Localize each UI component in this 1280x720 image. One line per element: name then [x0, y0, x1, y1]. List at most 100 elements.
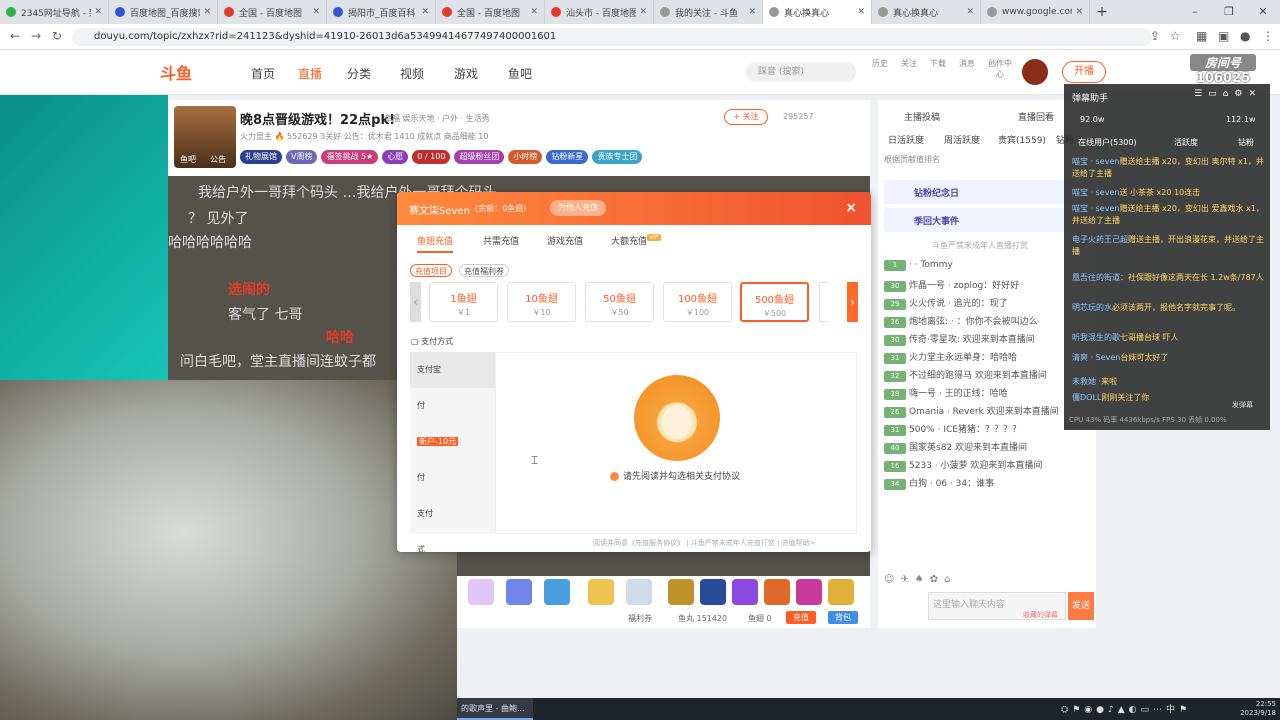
follow-button[interactable]: + 关注	[724, 109, 768, 125]
nav-yuba[interactable]: 鱼吧	[508, 65, 532, 82]
gift-icon[interactable]	[588, 579, 614, 605]
history-icon[interactable]: 历史	[869, 58, 891, 69]
gift-icon[interactable]	[626, 579, 652, 605]
avatar-label-notice[interactable]: 公告	[210, 154, 226, 165]
rank-tab-week[interactable]: 周活跃度	[944, 133, 980, 146]
message-icon[interactable]: 消息	[956, 58, 978, 69]
back-icon[interactable]: ←	[10, 29, 20, 43]
gift-icon[interactable]	[764, 579, 790, 605]
tab-close-icon[interactable]: ✕	[94, 7, 102, 17]
tab-close-icon[interactable]: ✕	[748, 7, 756, 17]
browser-tab[interactable]: 真心换真心 ✕	[872, 0, 981, 24]
nav-game[interactable]: 游戏	[454, 65, 478, 82]
backpack-button[interactable]: 背包	[828, 611, 858, 624]
follow-icon[interactable]: 关注	[898, 58, 920, 69]
event-banner-2[interactable]: 季回大事件	[884, 208, 1090, 232]
replay-tab[interactable]: 直播回看	[1018, 110, 1054, 123]
tab-close-icon[interactable]: ✕	[530, 7, 538, 17]
amount-option[interactable]: 500鱼翅 ￥500	[740, 282, 809, 322]
next-arrow-icon[interactable]: ›	[847, 282, 858, 322]
nav-home[interactable]: 首页	[251, 65, 275, 82]
browser-tab[interactable]: 2345网址导航 - 致 ✕	[0, 0, 109, 24]
nav-live[interactable]: 直播	[298, 65, 322, 82]
tab-close-icon[interactable]: ✕	[857, 7, 865, 17]
charge-for-others-button[interactable]: 为他人充值	[550, 200, 606, 216]
pay-method[interactable]: 付	[410, 460, 495, 496]
collect-danmaku[interactable]: 收藏的弹幕	[1023, 610, 1058, 620]
helper-tab-online[interactable]: 在线用户(5300)	[1078, 137, 1137, 148]
chat-tools-icons[interactable]: ☺✈♠✿⌂	[884, 574, 957, 585]
room-badge[interactable]: 超级粉丝团	[454, 150, 505, 164]
rank-tab-vip[interactable]: 贵宾(1559)	[998, 133, 1046, 146]
anchor-post-tab[interactable]: 主播投稿	[904, 110, 940, 123]
nav-category[interactable]: 分类	[347, 65, 371, 82]
gift-icon[interactable]	[468, 579, 494, 605]
minimize-button[interactable]: –	[1178, 0, 1212, 24]
gift-icon[interactable]	[668, 579, 694, 605]
rank-tab-day[interactable]: 日活跃度	[888, 133, 924, 146]
profile-icon[interactable]: ●	[1240, 29, 1250, 43]
subtab-items[interactable]: 充值项目	[410, 264, 452, 277]
new-tab-button[interactable]: +	[1090, 0, 1114, 24]
user-avatar[interactable]	[1022, 59, 1048, 85]
creator-icon[interactable]: 创作中心	[985, 58, 1015, 80]
helper-window-icons[interactable]: ☰▭⌂⚙✕	[1194, 89, 1262, 99]
prev-arrow-icon[interactable]: ‹	[410, 282, 421, 322]
room-badge[interactable]: 钻粉新星	[546, 150, 589, 164]
url-field[interactable]: douyu.com/topic/zxhzx?rid=241123&dyshid=…	[72, 28, 1152, 46]
amount-option[interactable]: 1鱼翅 ￥1	[429, 282, 498, 322]
room-badge[interactable]: V周榜	[286, 150, 318, 164]
gift-icon[interactable]	[700, 579, 726, 605]
modal-footer[interactable]: 阅读并同意《充值服务协议》 | 斗鱼严禁未成年人充值打赏 | 充值帮助>	[593, 538, 815, 548]
tab-shared-charge[interactable]: 共需充值	[483, 234, 519, 247]
subtab-coupons[interactable]: 充值福利券	[459, 264, 509, 277]
tab-close-icon[interactable]: ✕	[966, 7, 974, 17]
start-live-button[interactable]: 开播	[1062, 61, 1106, 83]
tab-close-icon[interactable]: ✕	[639, 7, 647, 17]
tab-game-charge[interactable]: 游戏充值	[547, 234, 583, 247]
taskbar-item-music[interactable]: 的歌声里 - 曲鲍...	[457, 698, 533, 720]
gift-icon[interactable]	[506, 579, 532, 605]
tab-close-icon[interactable]: ✕	[1075, 7, 1083, 17]
browser-tab[interactable]: 全国 - 百度地图 ✕	[218, 0, 327, 24]
agreement-check[interactable]: 请先阅读并勾选相关支付协议	[610, 469, 740, 482]
search-input[interactable]: 踩音 (搜索)	[746, 62, 856, 82]
browser-tab[interactable]: 揭阳市_百度百科 ✕	[327, 0, 436, 24]
download-icon[interactable]: 下载	[927, 58, 949, 69]
tab-close-icon[interactable]: ✕	[203, 7, 211, 17]
share-icon[interactable]: ⇪	[1150, 29, 1160, 43]
anchor-avatar[interactable]: 鱼吧 公告	[174, 106, 236, 168]
reload-icon[interactable]: ↻	[52, 29, 62, 43]
avatar-label-yuba[interactable]: 鱼吧	[180, 154, 196, 165]
charge-button[interactable]: 充值	[786, 611, 816, 624]
room-badge[interactable]: 礼物展馆	[240, 150, 282, 164]
room-badge[interactable]: 心愿	[382, 150, 409, 164]
close-window-button[interactable]: ✕	[1246, 0, 1280, 24]
tray-icons[interactable]: ⛭⚑◉●♪▲◐▭⋯中⚑	[1061, 702, 1191, 715]
gift-icon[interactable]	[544, 579, 570, 605]
forward-icon[interactable]: →	[31, 29, 41, 43]
amount-option[interactable]: 100鱼翅 ￥100	[663, 282, 732, 322]
tab-large-charge[interactable]: 大额充值 VIP	[611, 234, 661, 247]
room-badge[interactable]: 福签挑战 5★	[321, 150, 379, 164]
extension-icon[interactable]: ▦	[1196, 29, 1207, 43]
tab-fish-charge[interactable]: 鱼翅充值	[417, 234, 454, 253]
pay-method[interactable]: 支付宝	[410, 352, 495, 388]
helper-tab-active[interactable]: 活跃度	[1174, 137, 1198, 148]
gift-icon[interactable]	[828, 579, 854, 605]
browser-tab[interactable]: 真心换真心 ✕	[763, 0, 872, 24]
browser-tab[interactable]: 百度地图_百度搜索 ✕	[109, 0, 218, 24]
douyu-logo[interactable]: 斗鱼	[160, 60, 215, 84]
nav-video[interactable]: 视频	[400, 65, 424, 82]
event-banner-1[interactable]: 钻粉纪念日	[884, 180, 1090, 204]
send-button[interactable]: 发送	[1068, 592, 1094, 620]
room-badge[interactable]: 贵族专士团	[592, 150, 643, 164]
browser-tab[interactable]: 我的关注 - 斗鱼 ✕	[654, 0, 763, 24]
sidebar-icon[interactable]: ▣	[1218, 29, 1229, 43]
gift-icon[interactable]	[796, 579, 822, 605]
pay-method[interactable]: 支付	[410, 496, 495, 532]
amount-option[interactable]: 10鱼翅 ￥10	[507, 282, 576, 322]
helper-send-danmu[interactable]: 发弹幕	[1232, 400, 1253, 410]
pay-method[interactable]: 新户-10元	[410, 424, 495, 460]
gift-icon[interactable]	[732, 579, 758, 605]
